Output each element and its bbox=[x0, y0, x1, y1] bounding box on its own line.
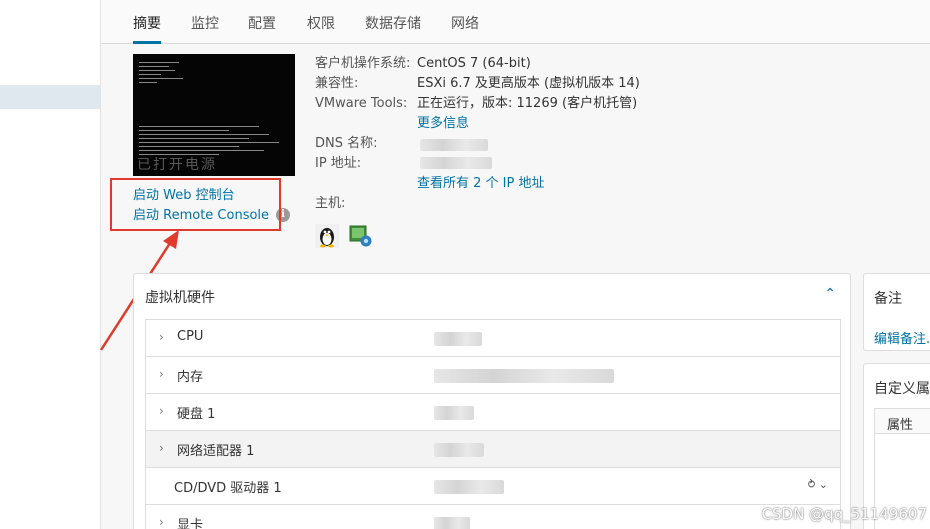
memory-value-redacted bbox=[434, 369, 614, 383]
host-label: 主机: bbox=[315, 196, 346, 211]
dns-label: DNS 名称: bbox=[315, 136, 378, 151]
vm-host-icon bbox=[349, 225, 372, 247]
hardware-row-label: 内存 bbox=[177, 370, 204, 385]
edit-notes-link[interactable]: 编辑备注... bbox=[874, 328, 930, 347]
hardware-table: › CPU › 内存 › 硬盘 1 › 网络适配器 1 CD/DVD 驱动器 1… bbox=[145, 319, 841, 529]
hardware-row-label: 显卡 bbox=[177, 518, 204, 529]
chevron-right-icon[interactable]: › bbox=[159, 441, 164, 455]
chevron-right-icon[interactable]: › bbox=[159, 404, 164, 418]
cpu-value-redacted bbox=[434, 332, 482, 346]
view-all-ip-link[interactable]: 查看所有 2 个 IP 地址 bbox=[417, 174, 544, 194]
hardware-row-disk[interactable]: › 硬盘 1 bbox=[145, 393, 841, 430]
hardware-row-video-card[interactable]: › 显卡 bbox=[145, 504, 841, 529]
compat-label: 兼容性: bbox=[315, 76, 359, 91]
hardware-row-label: CPU bbox=[177, 329, 204, 344]
notes-title: 备注 bbox=[874, 291, 902, 307]
chevron-right-icon[interactable]: › bbox=[159, 515, 164, 529]
tab-permissions[interactable]: 权限 bbox=[307, 14, 335, 34]
compat-value: ESXi 6.7 及更高版本 (虚拟机版本 14) bbox=[417, 76, 640, 91]
tab-datastores[interactable]: 数据存储 bbox=[365, 14, 421, 34]
chevron-right-icon[interactable]: › bbox=[159, 367, 164, 381]
custom-attributes-title: 自定义属性 bbox=[874, 381, 930, 397]
cdrom-value-redacted bbox=[434, 480, 504, 494]
ip-value-redacted bbox=[420, 157, 492, 169]
tab-configure[interactable]: 配置 bbox=[248, 14, 276, 34]
hardware-row-cdrom[interactable]: CD/DVD 驱动器 1 ⥁ ⌄ bbox=[145, 467, 841, 504]
ip-label: IP 地址: bbox=[315, 156, 362, 171]
tab-bar: 摘要 监控 配置 权限 数据存储 网络 bbox=[101, 0, 930, 44]
attribute-column-header[interactable]: 属性 bbox=[874, 408, 930, 434]
hardware-panel-title: 虚拟机硬件 bbox=[145, 290, 215, 306]
attribute-header-label: 属性 bbox=[887, 418, 914, 433]
disk-value-redacted bbox=[434, 406, 474, 420]
vm-hardware-panel: 虚拟机硬件 ⌃ › CPU › 内存 › 硬盘 1 › 网络适配器 1 CD/D… bbox=[133, 273, 851, 529]
notes-panel: 备注 编辑备注... bbox=[863, 273, 930, 351]
chevron-up-icon[interactable]: ⌃ bbox=[824, 286, 836, 302]
more-info-link[interactable]: 更多信息 bbox=[417, 114, 469, 134]
hardware-row-label: 硬盘 1 bbox=[177, 407, 216, 422]
hardware-row-memory[interactable]: › 内存 bbox=[145, 356, 841, 393]
hardware-row-cpu[interactable]: › CPU bbox=[145, 319, 841, 356]
tools-value: 正在运行，版本: 11269 (客户机托管) bbox=[417, 96, 638, 111]
linux-penguin-icon bbox=[315, 224, 339, 248]
dns-value-redacted bbox=[420, 139, 488, 151]
hardware-row-network-adapter[interactable]: › 网络适配器 1 bbox=[145, 430, 841, 467]
hardware-row-label: CD/DVD 驱动器 1 bbox=[174, 481, 282, 496]
network-value-redacted bbox=[434, 443, 484, 457]
guest-os-label: 客户机操作系统: bbox=[315, 56, 411, 71]
video-value-redacted bbox=[434, 517, 470, 529]
chevron-right-icon[interactable]: › bbox=[159, 330, 164, 344]
guest-os-row: 客户机操作系统: bbox=[315, 54, 410, 74]
guest-os-value: CentOS 7 (64-bit) bbox=[417, 56, 531, 71]
hardware-row-label: 网络适配器 1 bbox=[177, 444, 255, 459]
watermark: CSDN @qq_51149607 bbox=[761, 505, 927, 523]
connect-device-icon[interactable]: ⥁ ⌄ bbox=[808, 478, 828, 491]
tools-label: VMware Tools: bbox=[315, 96, 408, 111]
tab-networks[interactable]: 网络 bbox=[451, 14, 479, 34]
